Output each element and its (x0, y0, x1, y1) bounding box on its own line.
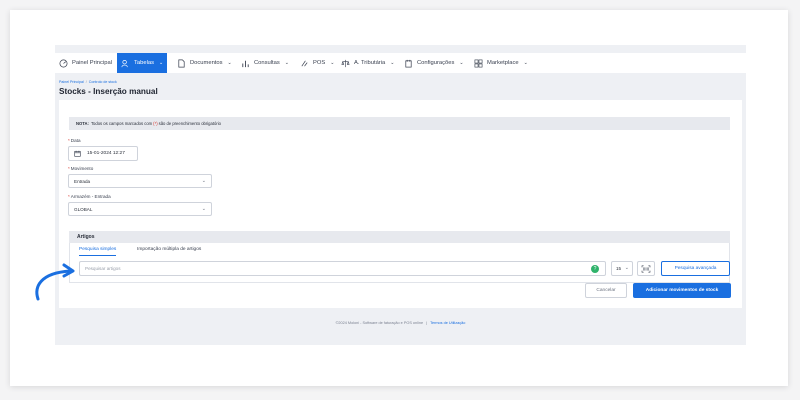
footer-separator: | (426, 321, 428, 325)
nav-label: Configurações (417, 60, 455, 66)
marketplace-icon (474, 59, 483, 67)
search-articles-input[interactable]: Pesquisar artigos ? (79, 261, 606, 276)
nav-item-consultas[interactable]: Consultas ⌄ (237, 53, 293, 73)
chevron-down-icon: ⌄ (624, 265, 629, 271)
help-icon[interactable]: ? (591, 265, 599, 273)
nav-item-tabelas[interactable]: Tabelas ⌄ (117, 53, 168, 73)
app-window: Painel Principal Tabelas ⌄ Documentos ⌄ … (55, 45, 746, 345)
advanced-search-button[interactable]: Pesquisa avançada (661, 261, 730, 276)
top-navigation: Painel Principal Tabelas ⌄ Documentos ⌄ … (55, 53, 746, 73)
chevron-down-icon: ⌄ (284, 60, 289, 66)
chevron-down-icon: ⌄ (459, 60, 464, 66)
nav-item-painel-principal[interactable]: Painel Principal (55, 53, 116, 73)
armazem-value: GLOBAL (74, 206, 93, 212)
form-card: NOTA: Todos os campos marcados com (*) s… (59, 100, 742, 308)
nav-label: Consultas (254, 60, 280, 66)
date-value: 15-01-2024 12:27 (87, 151, 125, 156)
breadcrumb-separator: / (85, 80, 87, 84)
required-star: * (68, 194, 70, 199)
nav-item-pos[interactable]: POS ⌄ (296, 53, 338, 73)
armazem-label: *Armazém - Entrada (68, 194, 111, 199)
search-placeholder: Pesquisar artigos (85, 266, 121, 271)
footer: ©2024 Moloni - Software de faturação e P… (55, 321, 746, 325)
users-icon (121, 59, 128, 67)
nav-item-marketplace[interactable]: Marketplace ⌄ (470, 53, 532, 73)
armazem-select[interactable]: GLOBAL ⌄ (68, 202, 212, 216)
date-field[interactable]: 15-01-2024 12:27 (68, 146, 138, 161)
add-stock-movements-button[interactable]: Adicionar movimentos de stock (633, 283, 731, 298)
required-fields-note: NOTA: Todos os campos marcados com (*) s… (69, 117, 730, 130)
barcode-scan-button[interactable] (637, 261, 655, 276)
nav-label: A. Tributária (354, 60, 386, 66)
chevron-down-icon: ⌄ (330, 60, 335, 66)
movimento-label-text: Movimento (70, 166, 94, 171)
note-required-marker: (*) (153, 121, 158, 126)
movimento-label: *Movimento (68, 166, 93, 171)
chevron-down-icon: ⌄ (390, 60, 395, 66)
note-label: NOTA: (76, 121, 89, 126)
pos-icon (301, 60, 308, 66)
dashboard-icon (59, 59, 68, 67)
required-star: * (68, 166, 70, 171)
breadcrumb-home-link[interactable]: Painel Principal (59, 80, 84, 84)
nav-label: Marketplace (487, 60, 519, 66)
chevron-down-icon: ⌄ (201, 206, 206, 212)
artigos-header: Artigos (69, 231, 730, 243)
terms-link[interactable]: Termos de Utilização (430, 321, 465, 325)
nav-label: Documentos (190, 60, 223, 66)
note-text-before: Todos os campos marcados com (90, 121, 153, 126)
nav-item-documentos[interactable]: Documentos ⌄ (173, 53, 236, 73)
chevron-down-icon: ⌄ (158, 60, 164, 66)
armazem-label-text: Armazém - Entrada (70, 194, 111, 199)
nav-item-a-tributaria[interactable]: A. Tributária ⌄ (337, 53, 398, 73)
calendar-icon (74, 150, 81, 157)
settings-icon (405, 59, 412, 67)
chevron-down-icon: ⌄ (523, 60, 528, 66)
chevron-down-icon: ⌄ (201, 178, 206, 184)
nav-label: Tabelas (134, 60, 154, 66)
movimento-value: Entrada (74, 178, 91, 184)
nav-label: Painel Principal (72, 60, 112, 66)
date-label: *Data (68, 138, 81, 143)
barcode-icon (641, 264, 651, 273)
tab-importacao-multipla[interactable]: Importação múltipla de artigos (137, 247, 201, 255)
artigos-panel: Pesquisa simples Importação múltipla de … (69, 243, 730, 283)
cancel-button[interactable]: Cancelar (585, 283, 627, 298)
chevron-down-icon: ⌄ (227, 60, 232, 66)
breadcrumb-current-link[interactable]: Controlo de stock (89, 80, 117, 84)
chart-icon (242, 60, 249, 67)
movimento-select[interactable]: Entrada ⌄ (68, 174, 212, 188)
results-count-value: 15 (616, 266, 622, 271)
annotation-arrow-icon (35, 263, 75, 301)
results-count-select[interactable]: 15 ⌄ (611, 261, 633, 276)
date-label-text: Data (70, 138, 81, 143)
tab-pesquisa-simples[interactable]: Pesquisa simples (79, 247, 117, 256)
nav-label: POS (313, 60, 326, 66)
page-title: Stocks - Inserção manual (59, 87, 158, 96)
footer-copyright: ©2024 Moloni - Software de faturação e P… (335, 321, 424, 325)
note-text-after: são de preenchimento obrigatório (158, 121, 221, 126)
required-star: * (68, 138, 70, 143)
nav-item-configuracoes[interactable]: Configurações ⌄ (400, 53, 468, 73)
balance-icon (341, 59, 350, 67)
breadcrumb: Painel Principal / Controlo de stock (59, 80, 117, 84)
document-icon (178, 59, 185, 67)
